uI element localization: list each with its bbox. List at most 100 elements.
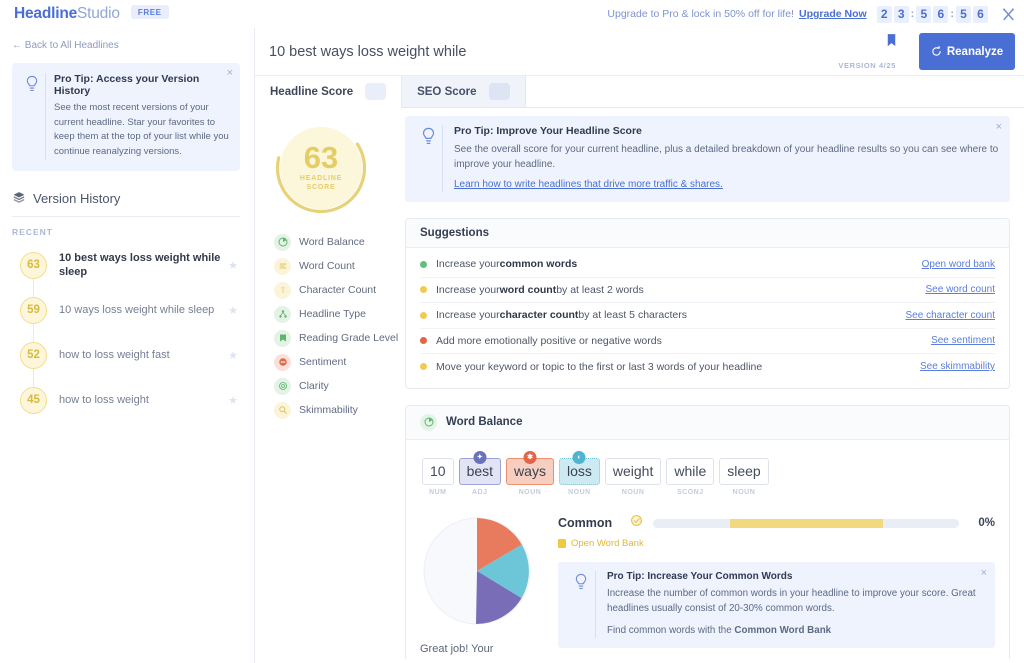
upgrade-promo-text: Upgrade to Pro & lock in 50% off for lif… [607,8,794,20]
results-panel: Pro Tip: Improve Your Headline Score See… [405,108,1024,659]
suggestion-link[interactable]: See word count [926,284,996,295]
word-bank-icon [558,539,566,549]
target-icon [274,377,291,395]
word-chip-item[interactable]: ✦ best ADJ [458,450,502,497]
word-balance-pie-chart [423,517,531,625]
sidebar-protip-title: Pro Tip: Access your Version History [54,73,200,97]
headline-bar: 10 best ways loss weight while VERSION 4… [255,28,1024,76]
word-chip-item[interactable]: while SCONJ [666,457,715,496]
metric-word-balance[interactable]: Word Balance [274,230,405,254]
status-dot [420,363,427,371]
word-chip-item[interactable]: weight NOUN [604,457,662,496]
word-chip-item[interactable]: sleep NOUN [719,457,769,496]
version-list-item[interactable]: 45 how to loss weight ★ [12,378,240,423]
timer-digit: 5 [916,5,932,23]
reanalyze-button[interactable]: Reanalyze [919,33,1015,70]
suggestion-link[interactable]: Open word bank [922,259,995,270]
lines-icon [274,257,291,275]
open-word-bank-link[interactable]: Open Word Bank [558,538,995,549]
tools-icon[interactable] [1001,7,1016,22]
close-icon[interactable]: × [996,122,1002,133]
logo-bold-text: Headline [14,5,78,22]
headline-protip-title: Pro Tip: Improve Your Headline Score [454,125,642,137]
headline-input[interactable]: 10 best ways loss weight while [255,28,919,75]
version-list-item[interactable]: 63 10 best ways loss weight while sleep … [12,243,240,288]
tab-seo-score[interactable]: SEO Score [402,76,526,107]
word-chip: 10 [422,457,454,486]
suggestion-link[interactable]: See character count [906,310,996,321]
version-list-item[interactable]: 52 how to loss weight fast ★ [12,333,240,378]
headline-protip-body: Pro Tip: Improve Your Headline Score See… [454,125,1000,192]
metric-reading-grade-level[interactable]: Reading Grade Level [274,326,405,350]
metric-clarity[interactable]: Clarity [274,374,405,398]
tab-headline-score-label: Headline Score [270,85,354,98]
status-dot [420,260,427,268]
protip-divider [442,125,443,192]
common-words-section: Great job! Your headline has an effectiv… [406,506,1009,659]
suggestion-text-pre: Move your keyword or topic to the first … [436,360,763,373]
word-pos-label: NOUN [518,489,542,497]
metric-skimmability[interactable]: Skimmability [274,398,405,422]
sidebar-protip-card: Pro Tip: Access your Version History See… [12,63,240,171]
protip-divider [595,571,596,639]
common-words-percent: 0% [978,517,995,530]
suggestion-link[interactable]: See skimmability [920,361,995,372]
metric-word-count[interactable]: Word Count [274,254,405,278]
upgrade-now-link[interactable]: Upgrade Now [799,8,867,20]
tab-seo-score-badge [488,83,510,100]
app-logo[interactable]: HeadlineStudio FREE [14,5,169,23]
word-chip-item[interactable]: 10 NUM [422,457,454,496]
version-score-badge: 45 [20,386,47,414]
tab-headline-score[interactable]: Headline Score [255,76,403,108]
common-words-target-range [729,518,883,528]
version-headline-text: how to loss weight fast [59,349,170,362]
star-icon[interactable]: ★ [228,394,238,407]
bookmark-icon[interactable] [887,34,896,52]
common-words-label: Common [558,516,613,531]
headline-score-ring: 63 HEADLINE SCORE [273,120,369,216]
main-content: 10 best ways loss weight while VERSION 4… [255,28,1024,663]
suggestion-link[interactable]: See sentiment [931,335,995,346]
protip-divider [45,73,46,160]
version-score-badge: 63 [20,251,47,279]
timer-colon: : [950,8,954,20]
lightbulb-icon [568,571,594,638]
close-icon[interactable]: × [227,68,233,79]
score-content: 63 HEADLINE SCORE Word Balance Word Coun… [255,108,1024,659]
headline-score-inner: 63 HEADLINE SCORE [273,120,369,216]
suggestions-list: Increase your common words Open word ban… [406,248,1009,388]
suggestion-text-pre: Increase your [436,258,500,271]
timer-digit: 6 [973,5,988,23]
tab-headline-score-badge [365,83,387,100]
word-chip-item[interactable]: ◐ loss NOUN [558,450,600,496]
word-chip: weight [604,457,662,486]
metric-sentiment[interactable]: Sentiment [274,350,405,374]
star-icon[interactable]: ★ [228,259,238,272]
sidebar-protip-body: Pro Tip: Access your Version History See… [54,73,231,160]
common-words-bar-column: Common 0% Open Word Bank Pro Tip: Increa… [550,514,995,659]
close-icon[interactable]: × [981,568,987,579]
word-chip-item[interactable]: ✱ ways NOUN [506,450,554,497]
suggestion-row: Increase your common words Open word ban… [420,252,995,278]
version-headline-text: 10 ways loss weight while sleep [59,304,215,317]
star-icon[interactable]: ★ [228,349,238,362]
word-pos-label: ADJ [472,489,488,497]
back-to-all-headlines-link[interactable]: ← Back to All Headlines [12,40,240,51]
star-icon[interactable]: ★ [228,304,238,317]
version-list-item[interactable]: 59 10 ways loss weight while sleep ★ [12,288,240,333]
common-words-protip-text: Increase the number of common words in y… [607,588,976,614]
metric-character-count[interactable]: T Character Count [274,278,405,302]
headline-value: 10 best ways loss weight while [269,43,467,60]
layers-icon [12,191,26,207]
metric-headline-type[interactable]: Headline Type [274,302,405,326]
protip-footer-pre: Find common words with the [607,624,735,636]
top-bar: HeadlineStudio FREE Upgrade to Pro & loc… [0,0,1024,28]
metric-label: Character Count [299,284,377,296]
tab-seo-score-label: SEO Score [417,85,477,98]
headline-protip-link[interactable]: Learn how to write headlines that drive … [454,179,723,190]
word-chip-list: 10 NUM ✦ best ADJ ✱ ways NOUN ◐ loss NOU… [406,440,1009,507]
suggestion-text-post: by at least 2 words [556,283,644,296]
logo-light-text: Studio [77,5,120,22]
version-headline-text: how to loss weight [59,394,149,407]
common-words-protip: Pro Tip: Increase Your Common Words Incr… [558,562,995,649]
